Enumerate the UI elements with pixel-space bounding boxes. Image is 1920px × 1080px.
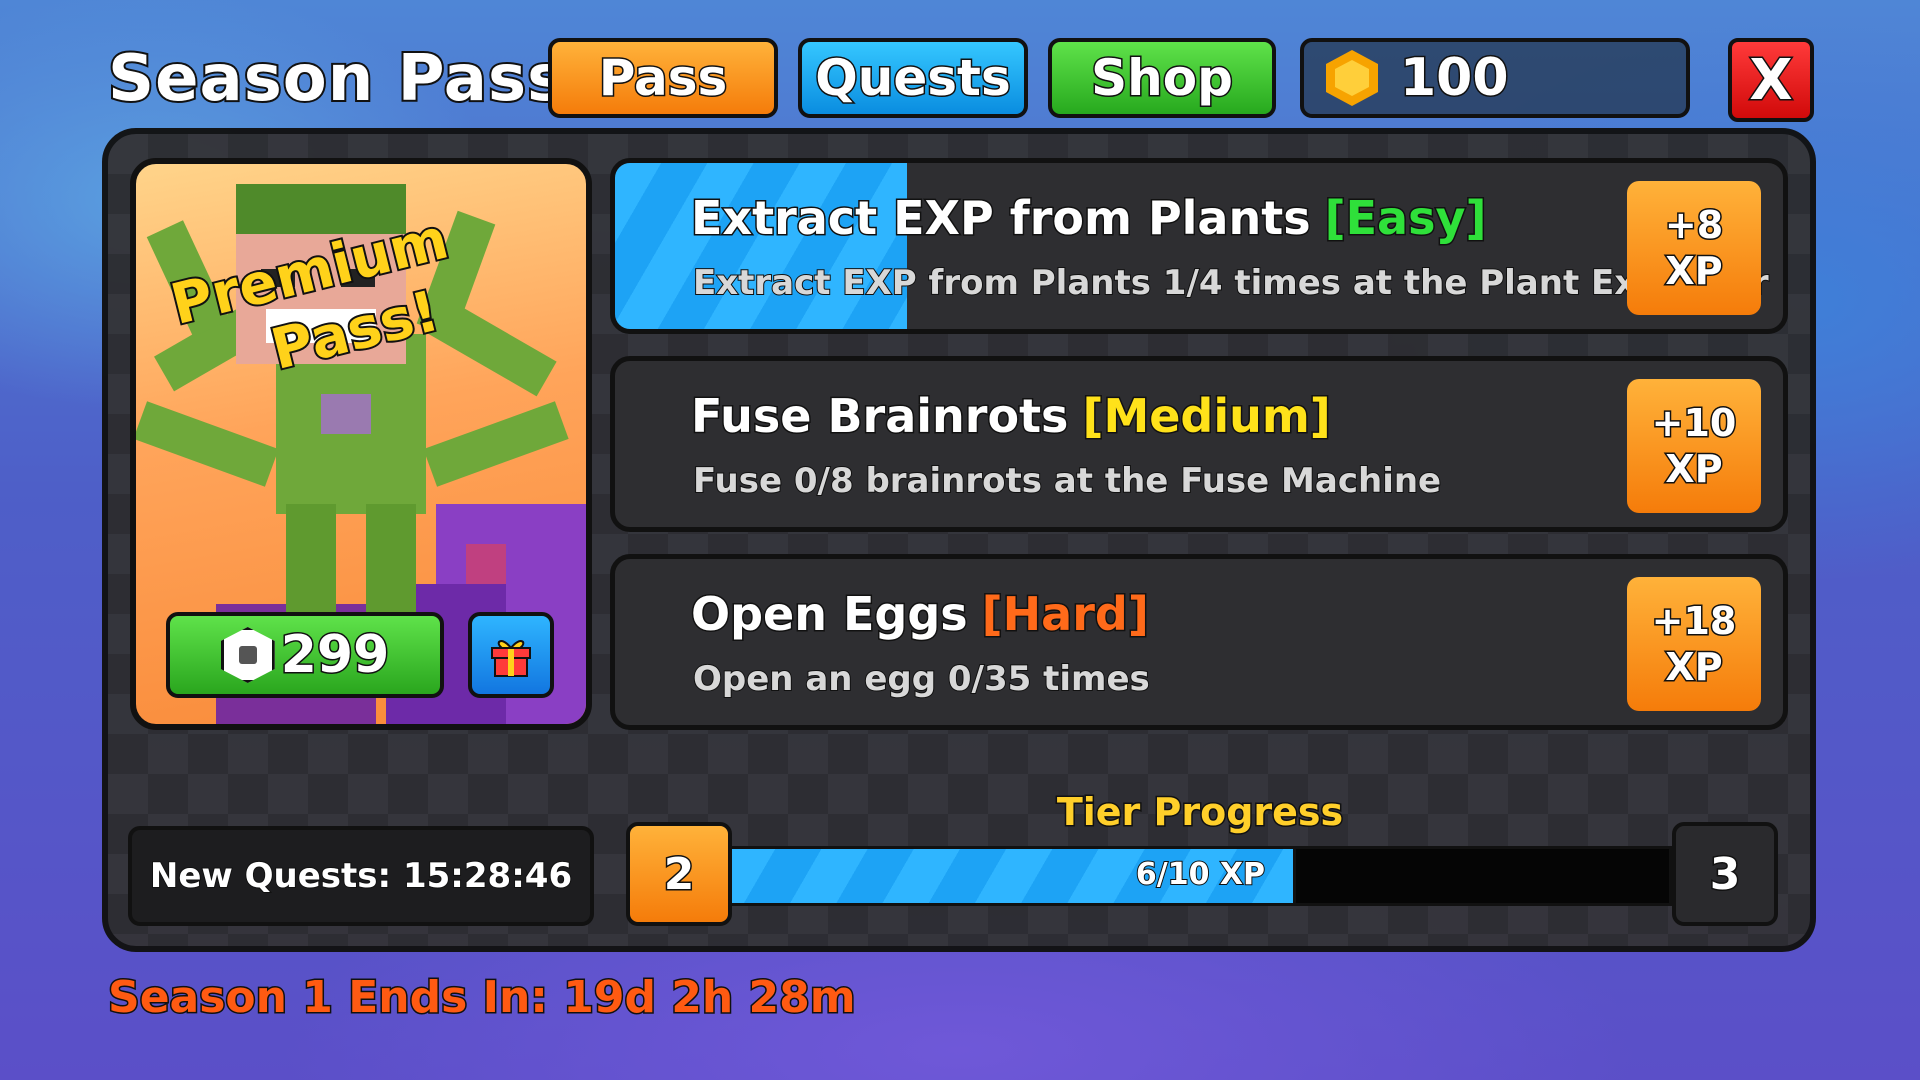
- page-title: Season Pass: [106, 40, 567, 118]
- quest-progress-bar: [615, 163, 907, 329]
- quest-title: Extract EXP from Plants [Easy]: [690, 190, 1488, 247]
- xp-reward-badge: +18 XP: [1627, 577, 1761, 711]
- robux-icon: [220, 627, 275, 683]
- gift-button[interactable]: [468, 612, 554, 698]
- quest-title: Fuse Brainrots [Medium]: [689, 388, 1332, 445]
- quest-description: Extract EXP from Plants 1/4 times at the…: [692, 262, 1770, 304]
- xp-reward-badge: +10 XP: [1627, 379, 1761, 513]
- quest-card: Fuse Brainrots [Medium] Fuse 0/8 brainrot…: [610, 356, 1788, 532]
- gift-icon: [491, 640, 531, 677]
- season-end-timer: Season 1 Ends In: 19d 2h 28m: [107, 971, 858, 1025]
- tier-progress-label: Tier Progress: [1055, 789, 1344, 836]
- quest-card: Extract EXP from Plants [Easy] Extract EX…: [610, 158, 1788, 334]
- quest-card: Open Eggs [Hard] Open an egg 0/35 times +…: [610, 554, 1788, 730]
- tab-pass[interactable]: Pass: [548, 38, 778, 118]
- currency-value: 100: [1399, 47, 1511, 110]
- tab-quests[interactable]: Quests: [798, 38, 1028, 118]
- quest-difficulty: [Easy]: [1323, 190, 1488, 247]
- next-tier-badge: 3: [1672, 822, 1778, 926]
- buy-premium-button[interactable]: 299: [166, 612, 444, 698]
- quest-description: Fuse 0/8 brainrots at the Fuse Machine: [692, 460, 1442, 502]
- xp-reward-badge: +8 XP: [1627, 181, 1761, 315]
- premium-price: 299: [279, 624, 391, 687]
- tier-progress-value: 6/10 XP: [1135, 856, 1266, 893]
- close-button[interactable]: X: [1728, 38, 1814, 122]
- tier-progress-fill: 6/10 XP: [729, 849, 1296, 903]
- coin-icon: [1326, 50, 1378, 106]
- tab-shop[interactable]: Shop: [1048, 38, 1276, 118]
- quest-difficulty: [Hard]: [980, 586, 1150, 643]
- quest-title: Open Eggs [Hard]: [690, 586, 1151, 643]
- quest-difficulty: [Medium]: [1081, 388, 1332, 445]
- new-quests-timer: New Quests: 15:28:46: [128, 826, 594, 926]
- quest-description: Open an egg 0/35 times: [692, 658, 1151, 700]
- current-tier-badge: 2: [626, 822, 732, 926]
- tier-progress-track: 6/10 XP: [726, 846, 1672, 906]
- currency-display: 100: [1300, 38, 1690, 118]
